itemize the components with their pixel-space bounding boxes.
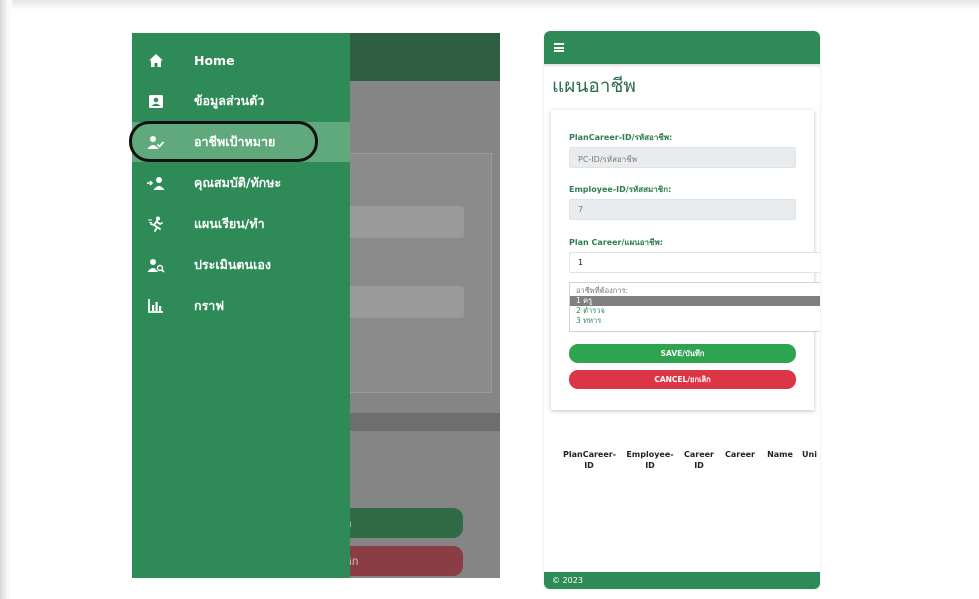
page-title: แผนอาชีพ — [552, 75, 636, 97]
table-header-uni: Uni — [802, 450, 817, 459]
menu-label: ประเมินตนเอง — [194, 257, 271, 272]
menu-label: คุณสมบัติ/ทักษะ — [194, 175, 282, 190]
highlight-annotation-ring — [129, 121, 318, 162]
career-listbox[interactable]: อาชีพที่ต้องการ: 1 ครู 2 ตำรวจ 3 ทหาร — [569, 282, 820, 332]
career-plan-form-card: PlanCareer-ID/รหัสอาชีพ: PC-ID/รหัสอาชีพ… — [551, 110, 820, 410]
footer-copyright: © 2023 — [552, 576, 583, 585]
app-header — [544, 31, 820, 64]
app-footer: © 2023 — [544, 572, 820, 589]
hamburger-menu-icon[interactable] — [554, 43, 564, 52]
right-phone-screen: แผนอาชีพ PlanCareer-ID/รหัสอาชีพ: PC-ID/… — [544, 31, 820, 589]
screenshot-page: อ ลิก Home ข้อมูลส่วนตัว — [0, 0, 979, 599]
menu-item-skills[interactable]: คุณสมบัติ/ทักษะ — [132, 163, 350, 203]
menu-label: กราฟ — [194, 298, 225, 313]
id-card-icon — [146, 91, 166, 111]
table-header-career-id: Career ID — [683, 450, 714, 470]
table-header-employee-id: Employee- ID — [626, 450, 674, 470]
career-option[interactable]: 3 ทหาร — [570, 316, 820, 326]
employee-id-input[interactable]: 7 — [569, 199, 796, 220]
cancel-button[interactable]: CANCEL/ยกเลิก — [569, 370, 796, 389]
user-search-icon — [146, 255, 166, 275]
left-phone-screen: อ ลิก Home ข้อมูลส่วนตัว — [132, 33, 500, 578]
career-option-selected[interactable]: 1 ครู — [570, 296, 820, 306]
plan-career-id-input[interactable]: PC-ID/รหัสอาชีพ — [569, 147, 796, 168]
dimmed-save-button: อ — [337, 508, 463, 538]
employee-id-label: Employee-ID/รหัสสมาชิก: — [569, 185, 672, 194]
user-skills-icon — [146, 173, 166, 193]
table-header-career: Career — [724, 450, 755, 459]
menu-label: ข้อมูลส่วนตัว — [194, 93, 265, 108]
running-person-icon — [146, 214, 166, 234]
bar-chart-icon — [146, 296, 166, 316]
menu-item-self-assessment[interactable]: ประเมินตนเอง — [132, 245, 350, 285]
save-button[interactable]: SAVE/บันทึก — [569, 344, 796, 363]
plan-career-label: Plan Career/แผนอาชีพ: — [569, 238, 663, 247]
plan-career-id-label: PlanCareer-ID/รหัสอาชีพ: — [569, 133, 673, 142]
dimmed-cancel-button: ลิก — [337, 546, 463, 576]
menu-item-profile[interactable]: ข้อมูลส่วนตัว — [132, 81, 350, 121]
dimmed-input — [332, 206, 464, 238]
table-header-plancareer-id: PlanCareer- ID — [563, 450, 617, 470]
navigation-drawer: Home ข้อมูลส่วนตัว อาชีพเป้าหมาย คุณสมบั… — [132, 33, 350, 578]
home-icon — [146, 50, 166, 70]
plan-career-input[interactable]: 1 — [569, 252, 820, 273]
dimmed-input — [332, 286, 464, 318]
menu-item-home[interactable]: Home — [132, 40, 350, 80]
table-header-name: Name — [767, 450, 793, 459]
menu-label: Home — [194, 52, 235, 68]
menu-item-graph[interactable]: กราฟ — [132, 286, 350, 326]
career-listbox-placeholder: อาชีพที่ต้องการ: — [576, 286, 629, 295]
menu-label: แผนเรียน/ทำ — [194, 216, 265, 231]
career-option[interactable]: 2 ตำรวจ — [570, 306, 820, 316]
menu-item-study-plan[interactable]: แผนเรียน/ทำ — [132, 204, 350, 244]
